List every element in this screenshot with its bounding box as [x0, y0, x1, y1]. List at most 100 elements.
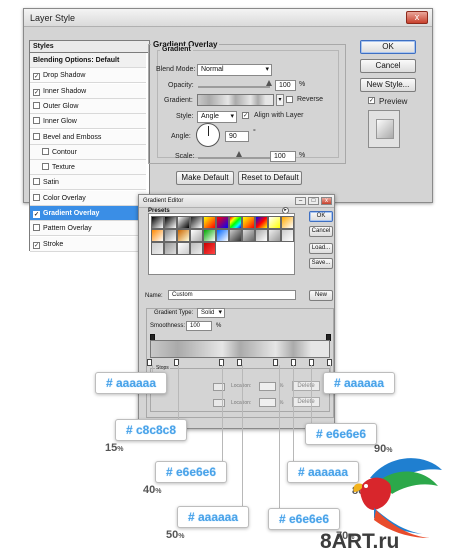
preset-swatch[interactable]: [177, 242, 190, 255]
close-button[interactable]: x: [406, 11, 428, 24]
style-checkbox[interactable]: ✓: [33, 88, 40, 96]
scale-slider-track[interactable]: [198, 157, 270, 159]
stop-location-field-1[interactable]: [259, 382, 276, 391]
style-item-color-overlay[interactable]: Color Overlay: [30, 190, 146, 206]
preset-swatch[interactable]: [164, 229, 177, 242]
preset-swatch[interactable]: [203, 242, 216, 255]
styles-header[interactable]: Styles: [29, 40, 150, 52]
preset-swatch[interactable]: [216, 216, 229, 229]
load-button[interactable]: Load...: [309, 243, 333, 254]
color-stop-field[interactable]: [213, 399, 225, 407]
new-gradient-button[interactable]: New: [309, 290, 333, 301]
style-item-texture[interactable]: Texture: [30, 160, 146, 176]
style-checkbox[interactable]: ✓: [33, 211, 40, 218]
gradient-editor-title-bar[interactable]: Gradient Editor – □ x: [139, 195, 334, 208]
preset-swatch[interactable]: [255, 229, 268, 242]
style-item-outer-glow[interactable]: Outer Glow: [30, 98, 146, 114]
preset-swatch[interactable]: [164, 242, 177, 255]
blend-mode-select[interactable]: Normal: [197, 64, 272, 76]
preset-swatch[interactable]: [177, 216, 190, 229]
style-checkbox[interactable]: [33, 224, 40, 232]
preset-swatch[interactable]: [255, 216, 268, 229]
opacity-slider-track[interactable]: [198, 86, 270, 88]
scale-input[interactable]: 100: [270, 151, 296, 162]
reset-default-button[interactable]: Reset to Default: [238, 171, 302, 185]
style-checkbox[interactable]: [33, 193, 40, 201]
make-default-button[interactable]: Make Default: [176, 171, 234, 185]
style-item-gradient-overlay[interactable]: ✓ Gradient Overlay: [30, 206, 146, 221]
gradient-dropdown-icon[interactable]: ▾: [276, 94, 284, 106]
title-bar[interactable]: Layer Style x: [24, 9, 432, 27]
style-checkbox[interactable]: [33, 117, 40, 125]
preview-checkbox[interactable]: ✓: [368, 97, 375, 104]
preset-swatch[interactable]: [203, 229, 216, 242]
ge-cancel-button[interactable]: Cancel: [309, 226, 333, 237]
close-icon[interactable]: x: [321, 197, 332, 205]
preset-swatch[interactable]: [281, 216, 294, 229]
style-item-pattern-overlay[interactable]: Pattern Overlay: [30, 221, 146, 237]
name-input[interactable]: Custom: [168, 290, 296, 300]
preset-swatch[interactable]: [242, 216, 255, 229]
preset-swatch[interactable]: [268, 216, 281, 229]
preset-swatch[interactable]: [151, 216, 164, 229]
align-checkbox[interactable]: ✓: [242, 112, 249, 119]
gradient-bar[interactable]: [150, 340, 330, 358]
color-callout-aaaaaa-right: # aaaaaa: [323, 372, 395, 394]
delete-stop-button-1[interactable]: Delete: [292, 381, 320, 391]
stop-location-field-2[interactable]: [259, 398, 276, 407]
style-item-label: Pattern Overlay: [43, 225, 92, 233]
style-checkbox[interactable]: [33, 132, 40, 140]
angle-dial[interactable]: [196, 123, 220, 147]
style-checkbox[interactable]: [33, 101, 40, 109]
style-checkbox[interactable]: ✓: [33, 241, 40, 249]
style-checkbox[interactable]: [33, 178, 40, 186]
style-item-drop-shadow[interactable]: ✓ Drop Shadow: [30, 68, 146, 84]
preset-swatch[interactable]: [151, 229, 164, 242]
maximize-icon[interactable]: □: [308, 197, 319, 205]
ok-button[interactable]: OK: [360, 40, 416, 54]
style-item-inner-glow[interactable]: Inner Glow: [30, 114, 146, 130]
style-checkbox[interactable]: [42, 147, 49, 155]
preset-swatch[interactable]: [164, 216, 177, 229]
preset-swatch[interactable]: [216, 229, 229, 242]
preset-swatch[interactable]: [229, 229, 242, 242]
preset-swatch[interactable]: [229, 216, 242, 229]
new-style-button[interactable]: New Style...: [360, 78, 416, 92]
smoothness-input[interactable]: 100: [186, 321, 212, 331]
scale-slider-thumb[interactable]: [236, 151, 242, 157]
style-item-inner-shadow[interactable]: ✓ Inner Shadow: [30, 83, 146, 99]
preset-swatch[interactable]: [203, 216, 216, 229]
style-item-label: Color Overlay: [43, 194, 86, 202]
percent-value: 40: [143, 484, 156, 496]
style-item-satin[interactable]: Satin: [30, 175, 146, 191]
delete-stop-button-2[interactable]: Delete: [292, 397, 320, 407]
style-item-blending-options-default[interactable]: Blending Options: Default: [30, 53, 146, 68]
angle-input[interactable]: 90: [225, 131, 249, 142]
preset-swatch[interactable]: [190, 216, 203, 229]
opacity-stop-field[interactable]: [213, 383, 225, 391]
preset-swatch[interactable]: [268, 229, 281, 242]
style-select[interactable]: Angle: [197, 111, 237, 123]
color-stop-marker[interactable]: [273, 359, 278, 366]
gradient-type-select[interactable]: Solid: [197, 308, 225, 318]
style-item-contour[interactable]: Contour: [30, 144, 146, 160]
ge-ok-button[interactable]: OK: [309, 211, 333, 222]
parrot-logo-icon: [353, 458, 442, 538]
preset-swatch[interactable]: [151, 242, 164, 255]
style-item-stroke[interactable]: ✓ Stroke: [30, 236, 146, 252]
opacity-slider-thumb[interactable]: [266, 80, 272, 86]
style-checkbox[interactable]: [42, 163, 49, 171]
style-checkbox[interactable]: ✓: [33, 73, 40, 81]
opacity-input[interactable]: 100: [275, 80, 296, 91]
minimize-icon[interactable]: –: [295, 197, 306, 205]
preset-swatch[interactable]: [281, 229, 294, 242]
preset-swatch[interactable]: [177, 229, 190, 242]
save-button[interactable]: Save...: [309, 258, 333, 269]
preset-swatch[interactable]: [190, 229, 203, 242]
preset-swatch[interactable]: [242, 229, 255, 242]
preset-swatch[interactable]: [190, 242, 203, 255]
gradient-preview-swatch[interactable]: [197, 94, 274, 106]
reverse-checkbox[interactable]: [286, 96, 293, 103]
cancel-button[interactable]: Cancel: [360, 59, 416, 73]
style-item-bevel-and-emboss[interactable]: Bevel and Emboss: [30, 129, 146, 145]
